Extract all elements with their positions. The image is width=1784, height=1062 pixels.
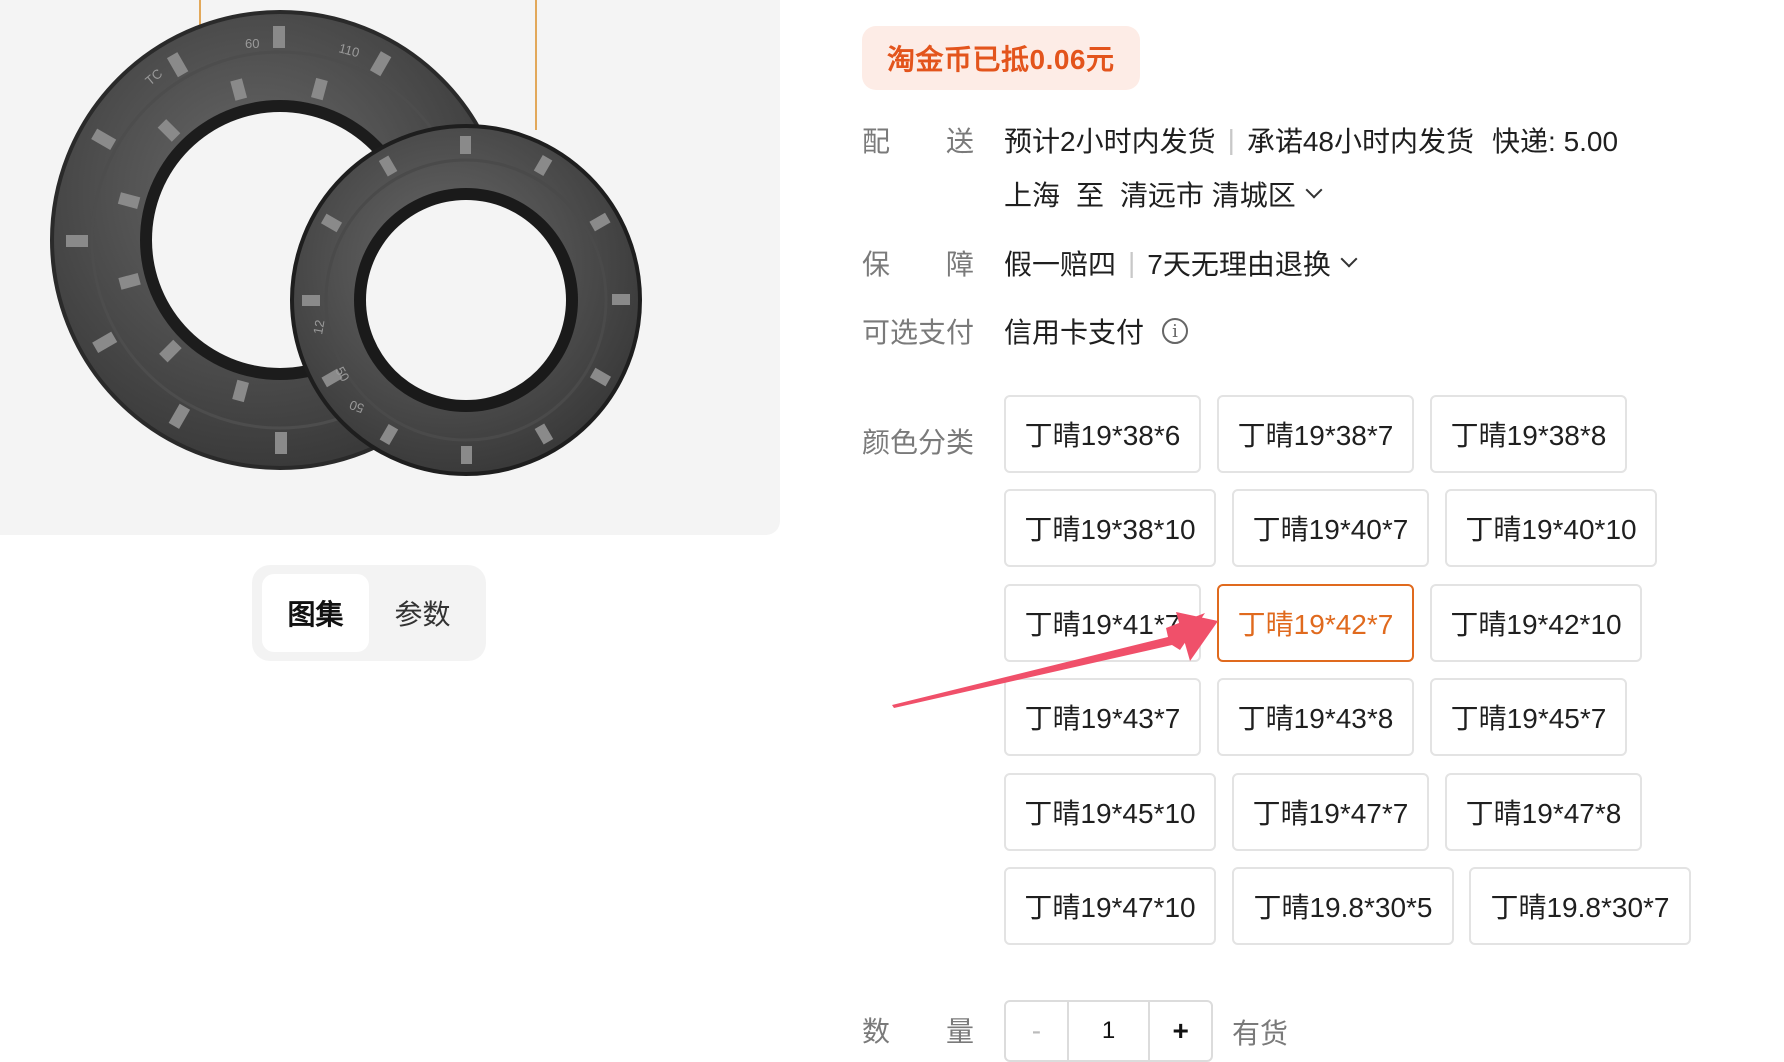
payment-info: 信用卡支付 i (1004, 311, 1189, 351)
sku-option[interactable]: 丁晴19.8*30*7 (1469, 867, 1691, 945)
guarantee-label-1: 保 (862, 249, 891, 280)
delivery-label-1: 配 (862, 126, 891, 157)
taojinbi-discount-badge: 淘金币已抵0.06元 (862, 26, 1140, 90)
sku-option[interactable]: 丁晴19*43*7 (1004, 678, 1201, 756)
delivery-info: 预计2小时内发货 | 承诺48小时内发货 快递: 5.00 (1004, 120, 1618, 160)
quantity-input[interactable]: 1 (1066, 1002, 1151, 1060)
sku-label: 颜色分类 (862, 427, 975, 458)
delivery-label-2: 送 (945, 126, 974, 157)
guarantee-fake-compensation: 假一赔四 (1004, 249, 1117, 280)
sku-option[interactable]: 丁晴19*42*10 (1430, 584, 1642, 662)
seal-mark-12: 12 (310, 319, 327, 336)
guarantee-info[interactable]: 假一赔四 | 7天无理由退换 (1004, 243, 1358, 283)
delivery-route[interactable]: 上海 至 清远市 清城区 (1004, 174, 1323, 214)
sku-option[interactable]: 丁晴19*38*10 (1004, 489, 1216, 567)
product-image-panel[interactable]: TC 60 110 12 50 50 (0, 0, 780, 535)
increase-quantity-button[interactable]: + (1150, 1002, 1211, 1060)
delivery-promise: 承诺48小时内发货 (1246, 126, 1475, 157)
payment-method: 信用卡支付 (1004, 317, 1145, 348)
sku-option[interactable]: 丁晴19*38*6 (1004, 395, 1201, 473)
info-icon[interactable]: i (1162, 318, 1189, 344)
guarantee-label-2: 障 (945, 249, 974, 280)
sku-option[interactable]: 丁晴19*45*7 (1430, 678, 1627, 756)
seal-mark-60: 60 (245, 36, 259, 51)
quantity-label-2: 量 (945, 1016, 974, 1047)
delivery-destination[interactable]: 清远市 清城区 (1120, 174, 1296, 214)
chevron-down-icon[interactable] (1340, 250, 1358, 268)
sku-option[interactable]: 丁晴19*38*8 (1430, 395, 1627, 473)
sku-option[interactable]: 丁晴19*43*8 (1217, 678, 1414, 756)
chevron-down-icon[interactable] (1305, 181, 1323, 199)
sku-option[interactable]: 丁晴19*47*10 (1004, 867, 1216, 945)
sku-option[interactable]: 丁晴19*45*10 (1004, 773, 1216, 851)
sku-option[interactable]: 丁晴19*40*7 (1232, 489, 1429, 567)
stock-status: 有货 (1232, 1018, 1289, 1049)
separator: | (1227, 124, 1235, 155)
delivery-label: 配 送 (862, 120, 974, 160)
payment-label: 可选支付 (862, 317, 975, 348)
gallery-tab-switcher: 图集 参数 (252, 565, 486, 661)
tab-parameters[interactable]: 参数 (369, 574, 476, 652)
sku-option[interactable]: 丁晴19.8*30*5 (1232, 867, 1454, 945)
separator: | (1128, 247, 1136, 278)
quantity-stepper: - 1 + (1004, 1000, 1213, 1062)
sku-option[interactable]: 丁晴19*40*10 (1445, 489, 1657, 567)
quantity-label-1: 数 (862, 1016, 891, 1047)
sku-option[interactable]: 丁晴19*47*8 (1445, 773, 1642, 851)
decrease-quantity-button[interactable]: - (1006, 1002, 1067, 1060)
guarantee-label: 保 障 (862, 243, 974, 283)
delivery-origin: 上海 (1004, 180, 1061, 211)
sku-option[interactable]: 丁晴19*38*7 (1217, 395, 1414, 473)
shipping-fee: 快递: 5.00 (1492, 126, 1619, 157)
sku-option-selected[interactable]: 丁晴19*42*7 (1217, 584, 1414, 662)
delivery-estimate: 预计2小时内发货 (1004, 126, 1216, 157)
sku-option[interactable]: 丁晴19*47*7 (1232, 773, 1429, 851)
quantity-label: 数 量 (862, 1010, 974, 1050)
sku-option[interactable]: 丁晴19*41*7 (1004, 584, 1201, 662)
tab-gallery[interactable]: 图集 (262, 574, 369, 652)
oil-seal-product-image: TC 60 110 12 50 50 (50, 0, 642, 476)
guarantee-return-policy: 7天无理由退换 (1147, 249, 1331, 280)
delivery-to: 至 (1076, 180, 1105, 211)
